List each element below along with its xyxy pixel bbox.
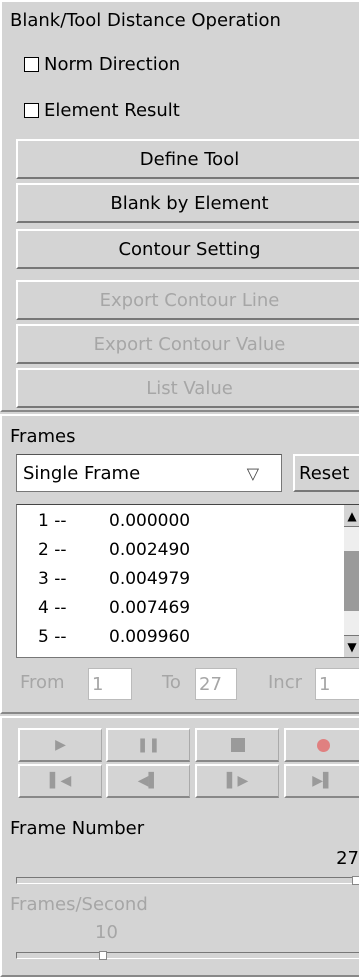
frames-per-second-slider[interactable] xyxy=(16,951,359,960)
play-button[interactable]: ▶ xyxy=(18,728,102,762)
list-item[interactable]: 2 -- 0.002490 xyxy=(17,540,347,562)
last-frame-icon: ▶▌ xyxy=(312,773,334,789)
pause-button[interactable]: ❚❚ xyxy=(106,728,190,762)
export-contour-value-button[interactable]: Export Contour Value xyxy=(16,324,359,364)
playback-panel: ▶ ❚❚ ▌◀ ◀▌ ▌▶ ▶▌ Frame Number 27 Frames/… xyxy=(0,716,359,977)
list-item[interactable]: 5 -- 0.009960 xyxy=(17,627,347,649)
frame-number-label: Frame Number xyxy=(10,818,145,839)
incr-label: Incr xyxy=(268,672,303,693)
to-label: To xyxy=(162,672,181,693)
frame-number-slider-thumb[interactable] xyxy=(352,876,359,885)
element-result-checkbox[interactable]: Element Result xyxy=(24,100,180,121)
step-forward-icon: ▌▶ xyxy=(226,773,249,789)
pause-icon: ❚❚ xyxy=(136,737,161,753)
contour-setting-button[interactable]: Contour Setting xyxy=(16,229,359,269)
stop-button[interactable] xyxy=(195,728,279,762)
norm-direction-label: Norm Direction xyxy=(44,54,181,75)
first-frame-icon: ▌◀ xyxy=(49,773,72,789)
scroll-down-arrow-icon[interactable]: ▼ xyxy=(344,635,359,657)
list-item[interactable]: 1 -- 0.000000 xyxy=(17,511,347,533)
step-forward-button[interactable]: ▌▶ xyxy=(195,764,279,798)
define-tool-button[interactable]: Define Tool xyxy=(16,139,359,179)
incr-input[interactable]: 1 xyxy=(315,668,359,700)
blank-tool-distance-panel: Blank/Tool Distance Operation Norm Direc… xyxy=(0,0,359,412)
last-frame-button[interactable]: ▶▌ xyxy=(284,764,359,798)
stop-icon xyxy=(230,738,245,752)
norm-direction-checkbox[interactable]: Norm Direction xyxy=(24,54,180,75)
frames-title: Frames xyxy=(10,426,76,447)
checkbox-box[interactable] xyxy=(24,103,39,118)
frame-number-slider[interactable] xyxy=(16,876,359,885)
frames-per-second-slider-thumb[interactable] xyxy=(99,951,107,960)
step-back-button[interactable]: ◀▌ xyxy=(106,764,190,798)
scroll-up-arrow-icon[interactable]: ▲ xyxy=(344,505,359,527)
step-back-icon: ◀▌ xyxy=(137,773,160,789)
scroll-thumb[interactable] xyxy=(344,551,359,611)
frame-list-scrollbar[interactable]: ▲ ▼ xyxy=(344,505,359,657)
to-input[interactable]: 27 xyxy=(195,668,237,700)
element-result-label: Element Result xyxy=(44,100,180,121)
checkbox-box[interactable] xyxy=(24,57,39,72)
frames-panel: Frames Single Frame ▽ Reset 1 -- 0.00000… xyxy=(0,414,359,714)
frames-per-second-label: Frames/Second xyxy=(10,894,148,915)
list-item[interactable]: 3 -- 0.004979 xyxy=(17,569,347,591)
frame-mode-select[interactable]: Single Frame ▽ xyxy=(16,454,282,492)
list-value-button[interactable]: List Value xyxy=(16,368,359,408)
blank-by-element-button[interactable]: Blank by Element xyxy=(16,183,359,223)
frame-mode-value: Single Frame xyxy=(23,462,141,484)
first-frame-button[interactable]: ▌◀ xyxy=(18,764,102,798)
play-icon: ▶ xyxy=(55,737,66,753)
record-button[interactable] xyxy=(284,728,359,762)
from-input[interactable]: 1 xyxy=(88,668,132,700)
list-item[interactable]: 4 -- 0.007469 xyxy=(17,598,347,620)
chevron-down-icon: ▽ xyxy=(246,464,259,483)
reset-button[interactable]: Reset xyxy=(293,454,359,492)
export-contour-line-button[interactable]: Export Contour Line xyxy=(16,280,359,320)
frames-per-second-value: 10 xyxy=(95,922,118,943)
panel-title: Blank/Tool Distance Operation xyxy=(10,10,281,31)
frame-list[interactable]: 1 -- 0.000000 2 -- 0.002490 3 -- 0.00497… xyxy=(16,504,359,658)
record-icon xyxy=(316,738,330,752)
frame-number-value: 27 xyxy=(336,848,359,869)
from-label: From xyxy=(20,672,65,693)
